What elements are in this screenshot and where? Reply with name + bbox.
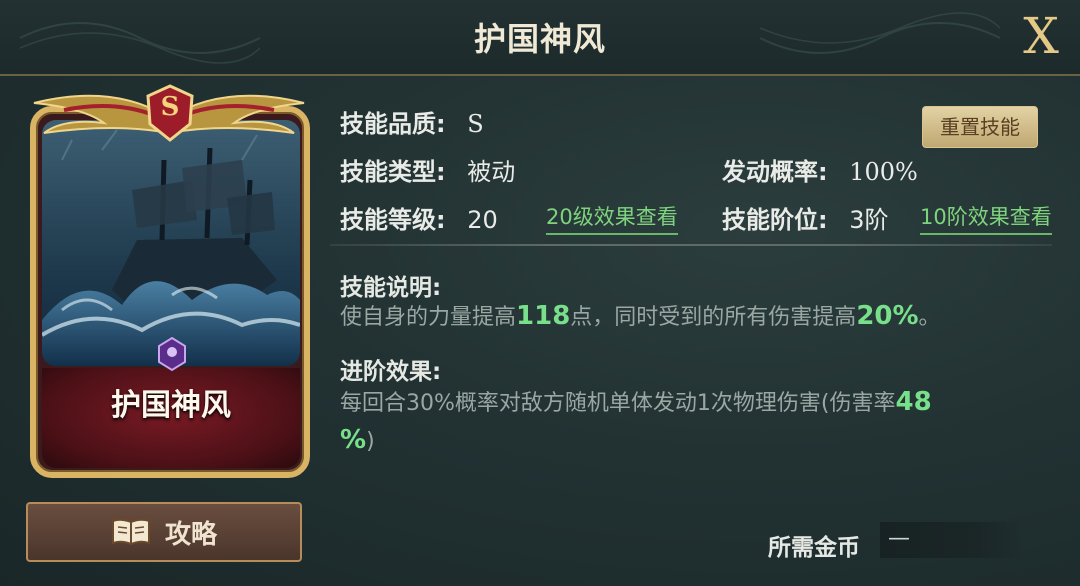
rank-row: 技能阶位: 3阶: [722, 200, 889, 235]
rank-label: 技能阶位:: [722, 206, 828, 234]
gold-cost-value: —: [888, 526, 910, 551]
level-label: 技能等级:: [340, 206, 446, 234]
page-title: 护国神风: [473, 20, 606, 58]
book-icon: [111, 518, 150, 546]
description-part: 点，同时受到的所有伤害提高: [570, 305, 857, 330]
type-row: 技能类型: 被动: [340, 152, 515, 187]
advance-title: 进阶效果:: [340, 359, 442, 385]
guide-button[interactable]: 攻略: [26, 502, 302, 562]
description-title: 技能说明:: [340, 275, 442, 301]
ship-in-storm-image: [42, 120, 300, 366]
reset-skill-button[interactable]: 重置技能: [922, 106, 1038, 148]
trigger-rate-label: 发动概率:: [722, 158, 828, 186]
description-value-strength: 118: [516, 301, 571, 331]
title-bar: 护国神风 X: [0, 0, 1080, 76]
quality-label: 技能品质:: [340, 110, 446, 138]
advance-part: ): [366, 429, 375, 454]
advance-part: 每回合30%概率对敌方随机单体发动1次物理伤害(伤害率: [340, 391, 896, 416]
trigger-rate-row: 发动概率: 100%: [722, 152, 918, 187]
purple-gem-icon: [158, 336, 186, 372]
skill-card: 护国神风 S: [24, 78, 314, 478]
card-name: 护国神风: [111, 388, 231, 423]
grade-letter: S: [160, 92, 180, 122]
description-text: 使自身的力量提高118点，同时受到的所有伤害提高20%。: [340, 298, 941, 336]
level-effect-link[interactable]: 20级效果查看: [546, 201, 678, 235]
rank-value: 3阶: [849, 206, 889, 234]
description-part: 。: [918, 305, 941, 330]
level-value: 20: [467, 206, 498, 234]
quality-row: 技能品质: S: [340, 104, 484, 139]
type-value: 被动: [467, 158, 516, 186]
advance-text: 每回合30%概率对敌方随机单体发动1次物理伤害(伤害率48%): [340, 384, 1050, 460]
close-button[interactable]: X: [1012, 8, 1070, 66]
description-part: 使自身的力量提高: [340, 305, 517, 330]
card-artwork: [42, 120, 300, 366]
advance-value-rate: 48: [895, 387, 932, 417]
advance-value-percent: %: [340, 425, 367, 455]
trigger-rate-value: 100%: [849, 158, 918, 186]
rank-effect-link[interactable]: 10阶效果查看: [920, 201, 1052, 235]
type-label: 技能类型:: [340, 158, 446, 186]
level-row: 技能等级: 20: [340, 200, 498, 235]
description-value-damage: 20%: [856, 301, 919, 331]
gold-cost-label: 所需金币: [768, 535, 860, 561]
guide-label: 攻略: [164, 519, 217, 550]
quality-value: S: [467, 110, 484, 138]
divider: [330, 244, 1052, 246]
